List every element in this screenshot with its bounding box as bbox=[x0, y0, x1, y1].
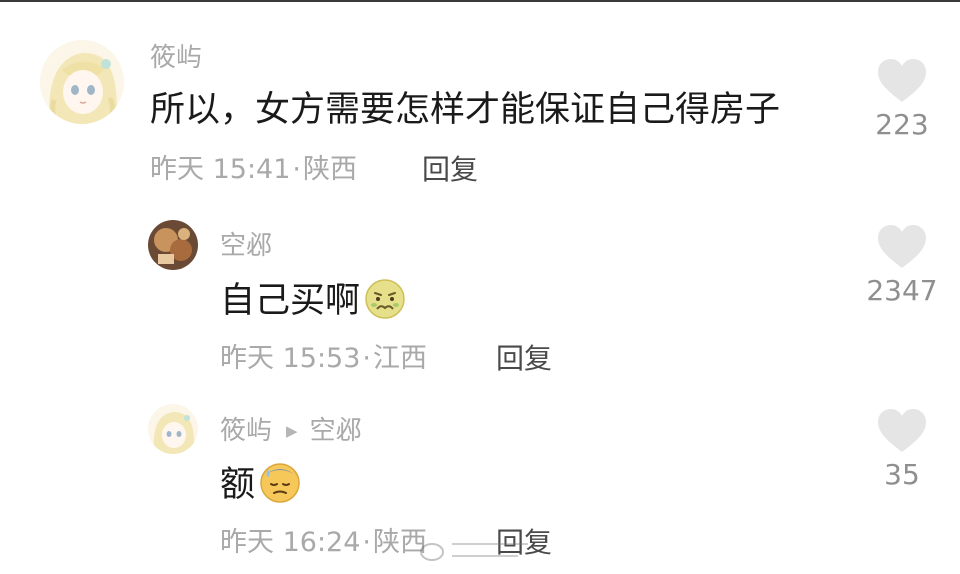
sweat-face-emoji-icon bbox=[259, 462, 301, 515]
reply-to-username[interactable]: 空邲 bbox=[310, 416, 362, 446]
avatar[interactable] bbox=[148, 404, 198, 454]
like-count: 35 bbox=[884, 458, 920, 491]
comment-meta: 昨天 16:24·陕西 bbox=[220, 526, 427, 560]
comment-text-content: 额 bbox=[220, 465, 256, 505]
comment-time: 昨天 16:24 bbox=[220, 527, 361, 558]
heart-icon bbox=[878, 409, 926, 452]
comment-username-line: 筱屿 ▶ 空邲 bbox=[220, 415, 362, 447]
like-button[interactable]: 35 bbox=[852, 408, 952, 492]
weibo-watermark-icon bbox=[420, 543, 528, 561]
comment-text: 额 bbox=[220, 462, 301, 515]
meta-separator: · bbox=[362, 527, 371, 558]
comment-item: 筱屿 ▶ 空邲 额 昨天 16:24·陕西 回复 35 bbox=[0, 0, 960, 574]
anime-girl-avatar-icon bbox=[148, 404, 198, 454]
comment-username[interactable]: 筱屿 bbox=[220, 416, 272, 446]
right-triangle-icon: ▶ bbox=[286, 422, 298, 440]
